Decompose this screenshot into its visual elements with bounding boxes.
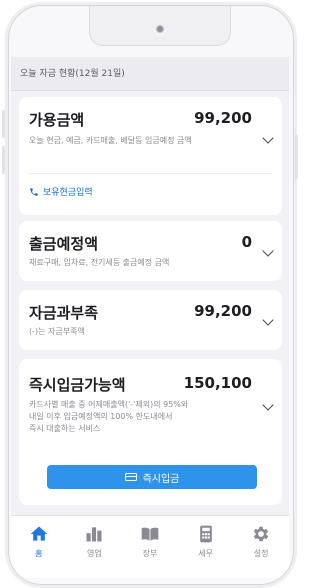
book-icon [141,527,159,541]
card-title: 출금예정액 [29,235,99,253]
volume-down-button [2,146,5,174]
tab-home[interactable]: 홈 [11,516,67,578]
calculator-icon [199,525,212,543]
tab-label: 설정 [253,549,269,558]
description-line: 내일 이후 입금예정액의 100% 한도내에서 [29,412,173,421]
cash-input-link[interactable]: 보유현금입력 [29,185,93,198]
divider [29,173,272,174]
gear-icon [254,526,269,542]
camera-icon [156,25,164,33]
outgoing-amount-card[interactable]: 출금예정액 0 재료구매, 임차료, 전기세등 출금예정 금액 [19,221,282,281]
available-amount-card[interactable]: 가용금액 99,200 오늘 현금, 예금, 카드매출, 배달등 입금예정 금액… [19,97,282,215]
tab-label: 장부 [142,549,158,558]
card-amount: 0 [241,233,252,251]
card-description: 카드사별 매출 중 어제매출액('-'제외)의 95%와 내일 이후 입금예정액… [29,399,188,435]
card-amount: 150,100 [183,374,252,392]
date-header: 오늘 자금 현황(12월 21일) [11,57,289,91]
bar-chart-icon [86,527,102,542]
card-description: 오늘 현금, 예금, 카드매출, 배달등 입금예정 금액 [29,136,192,145]
cash-input-link-label: 보유현금입력 [43,188,93,198]
phone-icon [30,187,38,196]
card-title: 즉시입금가능액 [29,376,126,394]
card-amount: 99,200 [194,302,252,320]
bottom-tab-bar: 홈 영업 장부 세무 설정 [11,515,289,578]
tab-label: 홈 [35,549,43,558]
phone-frame: 오늘 자금 현황(12월 21일) 가용금액 99,200 오늘 현금, 예금,… [8,5,294,585]
description-line: 즉시 대출하는 서비스 [29,424,101,433]
tab-ledger[interactable]: 장부 [122,516,178,578]
app-screen: 오늘 자금 현황(12월 21일) 가용금액 99,200 오늘 현금, 예금,… [11,57,289,578]
tab-label: 세무 [198,549,213,558]
card-title: 자금과부족 [29,304,99,322]
power-button [295,135,298,179]
instant-deposit-card[interactable]: 즉시입금가능액 150,100 카드사별 매출 중 어제매출액('-'제외)의 … [19,359,282,505]
tab-label: 영업 [87,549,102,558]
instant-deposit-button[interactable]: 즉시입금 [47,465,257,489]
tab-sales[interactable]: 영업 [67,516,123,578]
card-description: (-)는 자금부족액 [29,327,85,336]
volume-up-button [2,110,5,138]
chevron-down-icon[interactable] [262,245,274,257]
credit-card-icon [124,473,137,481]
chevron-down-icon[interactable] [262,314,274,326]
card-description: 재료구매, 임차료, 전기세등 출금예정 금액 [29,258,170,267]
instant-deposit-button-label: 즉시입금 [142,473,180,485]
description-line: 카드사별 매출 중 어제매출액('-'제외)의 95%와 [29,400,189,409]
card-amount: 99,200 [194,109,252,127]
card-title: 가용금액 [29,111,85,129]
home-icon [30,526,48,541]
phone-notch [89,6,231,46]
chevron-down-icon[interactable] [262,399,274,411]
chevron-down-icon[interactable] [262,132,274,144]
tab-settings[interactable]: 설정 [233,516,289,578]
surplus-card[interactable]: 자금과부족 99,200 (-)는 자금부족액 [19,290,282,350]
tab-tax[interactable]: 세무 [178,516,234,578]
